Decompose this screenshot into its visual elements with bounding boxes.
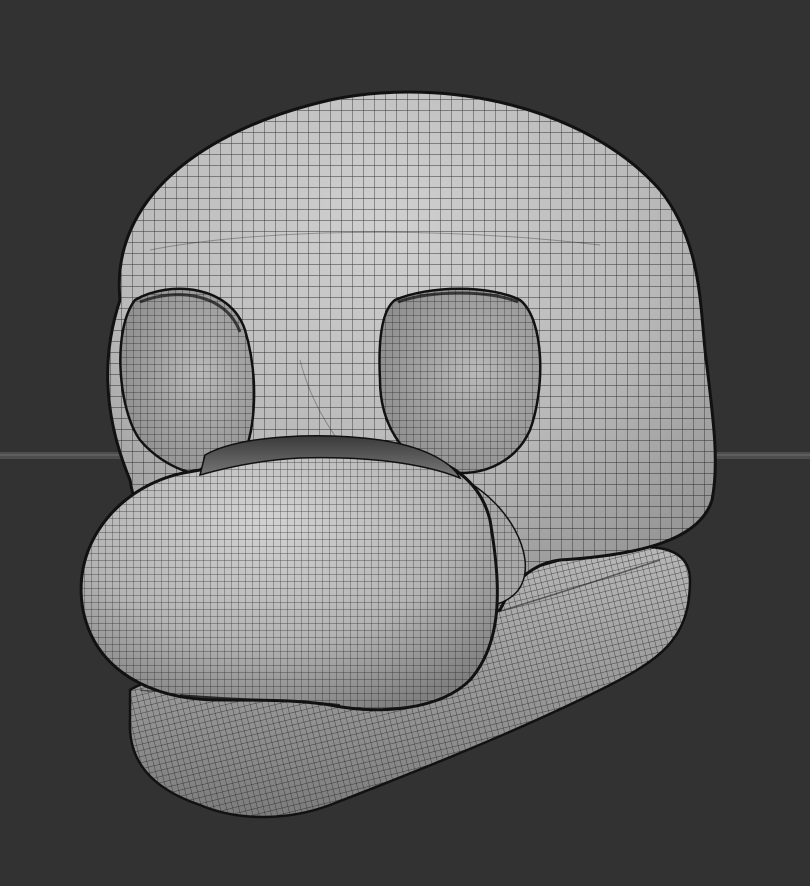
viewport-canvas[interactable]	[0, 0, 810, 886]
3d-viewport[interactable]	[0, 0, 810, 886]
